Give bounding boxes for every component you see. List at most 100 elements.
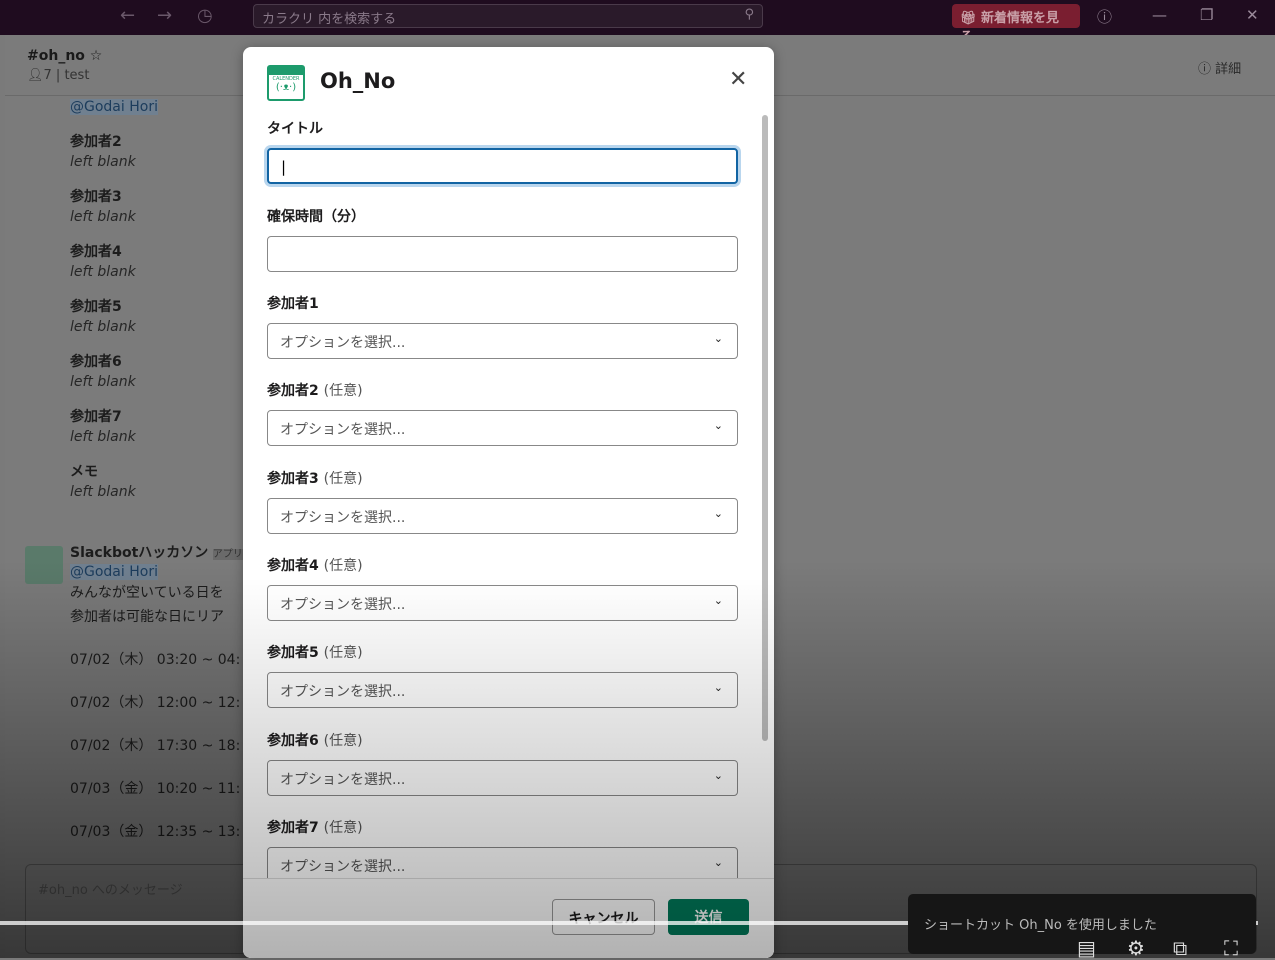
channel-topic: test	[64, 68, 90, 83]
cancel-button[interactable]: キャンセル	[552, 899, 655, 935]
participant-select[interactable]: オプションを選択... ⌄	[267, 497, 738, 534]
field-label: 参加者5	[70, 299, 122, 315]
info-icon: ⓘ	[1198, 62, 1216, 77]
whats-new-button[interactable]: 🎁︎ 新着情報を見る	[952, 4, 1080, 45]
participant-field: 参加者2 (任意) オプションを選択... ⌄	[267, 380, 738, 447]
help-icon[interactable]: ⓘ	[1097, 6, 1112, 27]
participant-label: 参加者7	[267, 819, 319, 836]
optional-tag: (任意)	[323, 383, 363, 400]
chevron-down-icon: ⌄	[713, 681, 723, 695]
chevron-down-icon: ⌄	[713, 768, 723, 782]
channel-header: #oh_no ☆ 👤︎7 | test	[27, 48, 103, 83]
participant-field: 参加者6 (任意) オプションを選択... ⌄	[267, 730, 738, 796]
bot-avatar[interactable]	[25, 546, 63, 584]
field-label: 確保時間（分）	[267, 209, 365, 225]
star-icon[interactable]: ☆	[90, 48, 103, 64]
scrollbar[interactable]	[762, 115, 768, 741]
cast-icon[interactable]: ⧉	[1173, 936, 1187, 960]
select-placeholder: オプションを選択...	[280, 509, 406, 526]
participant-label: 参加者1	[267, 296, 319, 312]
field-label: 参加者3 (任意)	[267, 468, 738, 488]
user-mention[interactable]: @Godai Hori	[70, 564, 158, 580]
participant-label: 参加者5	[267, 645, 319, 662]
field-label: 参加者6	[70, 354, 122, 370]
select-placeholder: オプションを選択...	[280, 858, 406, 875]
details-button[interactable]: ⓘ 詳細	[1198, 58, 1241, 77]
details-label: 詳細	[1215, 62, 1242, 77]
select-placeholder: オプションを選択...	[280, 684, 406, 701]
chevron-down-icon: ⌄	[713, 506, 723, 520]
member-count[interactable]: 7	[44, 68, 52, 83]
participant-label: 参加者4	[267, 557, 319, 574]
modal-footer: キャンセル 送信	[243, 878, 774, 958]
field-label: 参加者1	[267, 293, 738, 313]
subtitles-icon[interactable]: ▤	[1077, 936, 1096, 960]
time-slot: 07/02（木） 12:00 ~ 12:	[70, 695, 241, 711]
optional-tag: (任意)	[323, 819, 363, 836]
field-value: left blank	[70, 484, 136, 500]
field-value: left blank	[70, 209, 136, 225]
forward-arrow-icon[interactable]: →	[157, 5, 172, 26]
participant-field: 参加者4 (任意) オプションを選択... ⌄	[267, 555, 738, 621]
field-value: left blank	[70, 264, 136, 280]
calendar-app-icon: CALENDER (·ᴥ·)	[267, 65, 305, 101]
history-clock-icon[interactable]: ◷	[197, 5, 213, 26]
message-fields: @Godai Hori 参加者2 left blank 参加者3 left blan…	[70, 99, 158, 500]
participant-select[interactable]: オプションを選択... ⌄	[267, 759, 738, 796]
participant-field: 参加者3 (任意) オプションを選択... ⌄	[267, 468, 738, 534]
restore-icon[interactable]: ❐	[1200, 6, 1213, 24]
field-label: 参加者6 (任意)	[267, 730, 738, 750]
title-input[interactable]: |	[267, 148, 738, 184]
shortcut-modal: CALENDER (·ᴥ·) Oh_No ✕ タイトル | 確保時間（分） 参加者…	[243, 47, 774, 958]
search-placeholder: カラクリ 内を検索する	[262, 12, 397, 27]
field-value: left blank	[70, 374, 136, 390]
field-label: メモ	[70, 464, 98, 480]
participant-select[interactable]: オプションを選択... ⌄	[267, 410, 738, 447]
participant-label: 参加者2	[267, 383, 319, 400]
settings-gear-icon[interactable]: ⚙	[1127, 936, 1145, 960]
field-label: タイトル	[267, 121, 323, 137]
field-label: 参加者2 (任意)	[267, 380, 738, 400]
close-window-icon[interactable]: ✕	[1246, 6, 1259, 24]
time-slot: 07/02（木） 03:20 ~ 04:	[70, 652, 241, 668]
search-input[interactable]: カラクリ 内を検索する ⚲	[253, 4, 763, 28]
close-icon[interactable]: ✕	[729, 67, 747, 92]
minimize-icon[interactable]: —	[1152, 6, 1167, 24]
modal-title: Oh_No	[320, 69, 396, 93]
time-slot: 07/03（金） 12:35 ~ 13:	[70, 824, 241, 840]
optional-tag: (任意)	[323, 470, 363, 487]
participant-label: 参加者3	[267, 470, 319, 487]
app-badge: アプリ	[212, 549, 243, 560]
participant-field: 参加者7 (任意) オプションを選択... ⌄	[267, 817, 738, 883]
message-text: みんなが空いている日を	[70, 585, 224, 601]
optional-tag: (任意)	[323, 645, 363, 662]
field-value: left blank	[70, 154, 136, 170]
user-mention[interactable]: @Godai Hori	[70, 99, 158, 115]
title-bar: ← → ◷ カラクリ 内を検索する ⚲ 🎁︎ 新着情報を見る ⓘ — ❐ ✕	[0, 0, 1275, 45]
participant-field: 参加者1 オプションを選択... ⌄	[267, 293, 738, 359]
bot-name[interactable]: Slackbotハッカソン	[70, 545, 208, 561]
participant-select[interactable]: オプションを選択... ⌄	[267, 323, 738, 359]
field-label: 参加者4	[70, 244, 122, 260]
toast-text: ショートカット Oh_No を使用しました	[924, 918, 1157, 933]
duration-field: 確保時間（分）	[267, 206, 738, 272]
submit-button[interactable]: 送信	[668, 899, 749, 935]
fullscreen-icon[interactable]: ⛶	[1224, 936, 1238, 960]
composer-placeholder: #oh_no へのメッセージ	[38, 883, 183, 898]
field-label: 参加者7 (任意)	[267, 817, 738, 837]
search-icon: ⚲	[744, 7, 754, 22]
chevron-down-icon: ⌄	[713, 332, 723, 345]
chevron-down-icon: ⌄	[713, 593, 723, 607]
field-label: 参加者5 (任意)	[267, 642, 738, 662]
optional-tag: (任意)	[323, 732, 363, 749]
time-slot: 07/03（金） 10:20 ~ 11:	[70, 781, 241, 797]
channel-name[interactable]: #oh_no	[27, 48, 85, 64]
title-field: タイトル |	[267, 118, 738, 184]
participant-field: 参加者5 (任意) オプションを選択... ⌄	[267, 642, 738, 709]
participant-select[interactable]: オプションを選択... ⌄	[267, 672, 738, 709]
field-label: 参加者2	[70, 134, 122, 150]
participant-select[interactable]: オプションを選択... ⌄	[267, 584, 738, 621]
back-arrow-icon[interactable]: ←	[120, 5, 135, 26]
duration-input[interactable]	[267, 236, 738, 272]
field-label: 参加者4 (任意)	[267, 555, 738, 575]
